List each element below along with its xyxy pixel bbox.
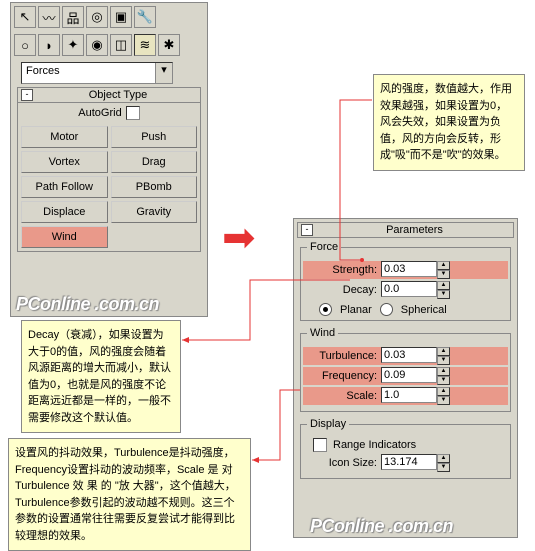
shape-radios: Planar Spherical bbox=[319, 303, 508, 316]
parameters-panel: - Parameters Force Strength: ▲▼ Decay: ▲… bbox=[293, 218, 518, 538]
drag-button[interactable]: Drag bbox=[111, 151, 198, 173]
helper-icon[interactable]: ◫ bbox=[110, 34, 132, 56]
down-icon[interactable]: ▼ bbox=[437, 270, 450, 279]
planar-label: Planar bbox=[340, 304, 372, 316]
motion-icon[interactable]: ◎ bbox=[86, 6, 108, 28]
decay-row: Decay: ▲▼ bbox=[303, 281, 508, 299]
pbomb-button[interactable]: PBomb bbox=[111, 176, 198, 198]
rollout-title: Object Type bbox=[39, 89, 197, 101]
strength-label: Strength: bbox=[303, 264, 381, 276]
decay-input[interactable] bbox=[381, 281, 437, 297]
up-icon[interactable]: ▲ bbox=[437, 281, 450, 290]
display-group: Display Range Indicators Icon Size: ▲▼ bbox=[300, 418, 511, 479]
scale-row: Scale: ▲▼ bbox=[303, 387, 508, 405]
up-icon[interactable]: ▲ bbox=[437, 387, 450, 396]
force-legend: Force bbox=[307, 241, 341, 253]
down-icon[interactable]: ▼ bbox=[437, 463, 450, 472]
scale-label: Scale: bbox=[303, 390, 381, 402]
pathfollow-button[interactable]: Path Follow bbox=[21, 176, 108, 198]
sys-icon[interactable]: ✱ bbox=[158, 34, 180, 56]
param-title: Parameters bbox=[319, 224, 510, 236]
scale-input[interactable] bbox=[381, 387, 437, 403]
param-header[interactable]: - Parameters bbox=[297, 222, 514, 238]
strength-input[interactable] bbox=[381, 261, 437, 277]
wind-button[interactable]: Wind bbox=[21, 226, 108, 248]
autogrid-row: AutoGrid bbox=[18, 103, 200, 123]
freq-row: Frequency: ▲▼ bbox=[303, 367, 508, 385]
iconsize-input[interactable] bbox=[381, 454, 437, 470]
display-legend: Display bbox=[307, 418, 349, 430]
iconsize-label: Icon Size: bbox=[303, 457, 381, 469]
push-button[interactable]: Push bbox=[111, 126, 198, 148]
category-dropdown[interactable]: Forces ▾ bbox=[21, 62, 173, 84]
util-icon[interactable]: 🔧 bbox=[134, 6, 156, 28]
down-icon[interactable]: ▼ bbox=[437, 290, 450, 299]
light-icon[interactable]: ✦ bbox=[62, 34, 84, 56]
autogrid-label: AutoGrid bbox=[78, 107, 121, 119]
wind-group: Wind Turbulence: ▲▼ Frequency: ▲▼ Scale:… bbox=[300, 327, 511, 412]
up-icon[interactable]: ▲ bbox=[437, 347, 450, 356]
strength-row: Strength: ▲▼ bbox=[303, 261, 508, 279]
wind-legend: Wind bbox=[307, 327, 338, 339]
curve-icon[interactable]: 〰 bbox=[38, 6, 60, 28]
decay-label: Decay: bbox=[303, 284, 381, 296]
arrow-icon[interactable]: ↖ bbox=[14, 6, 36, 28]
object-type-rollout: - Object Type AutoGrid Motor Push Vortex… bbox=[17, 87, 201, 252]
dropdown-value: Forces bbox=[22, 63, 155, 83]
toolbar-row1: ↖ 〰 品 ◎ ▣ 🔧 bbox=[11, 3, 207, 31]
turb-label: Turbulence: bbox=[303, 350, 381, 362]
watermark: PConline .com.cn bbox=[16, 294, 159, 315]
hierarchy-icon[interactable]: 品 bbox=[62, 6, 84, 28]
minus-icon[interactable]: - bbox=[21, 89, 33, 101]
range-label: Range Indicators bbox=[333, 439, 416, 451]
object-buttons: Motor Push Vortex Drag Path Follow PBomb… bbox=[18, 123, 200, 251]
force-group: Force Strength: ▲▼ Decay: ▲▼ Planar Sphe… bbox=[300, 241, 511, 321]
down-icon[interactable]: ▼ bbox=[437, 376, 450, 385]
planar-radio[interactable] bbox=[319, 303, 332, 316]
autogrid-checkbox[interactable] bbox=[126, 106, 140, 120]
vortex-button[interactable]: Vortex bbox=[21, 151, 108, 173]
freq-input[interactable] bbox=[381, 367, 437, 383]
minus-icon[interactable]: - bbox=[301, 224, 313, 236]
shape-icon[interactable]: ◗ bbox=[38, 34, 60, 56]
gravity-button[interactable]: Gravity bbox=[111, 201, 198, 223]
rollout-header[interactable]: - Object Type bbox=[18, 88, 200, 103]
range-row: Range Indicators bbox=[313, 438, 508, 452]
down-icon[interactable]: ▼ bbox=[437, 396, 450, 405]
chevron-down-icon[interactable]: ▾ bbox=[155, 63, 172, 83]
spacewarps-icon[interactable]: ≋ bbox=[134, 34, 156, 56]
cam-icon[interactable]: ◉ bbox=[86, 34, 108, 56]
range-checkbox[interactable] bbox=[313, 438, 327, 452]
up-icon[interactable]: ▲ bbox=[437, 367, 450, 376]
forces-panel: ↖ 〰 品 ◎ ▣ 🔧 ○ ◗ ✦ ◉ ◫ ≋ ✱ Forces ▾ - Obj… bbox=[10, 2, 208, 317]
iconsize-row: Icon Size: ▲▼ bbox=[303, 454, 508, 472]
watermark: PConline .com.cn bbox=[310, 516, 453, 537]
display-icon[interactable]: ▣ bbox=[110, 6, 132, 28]
toolbar-row2: ○ ◗ ✦ ◉ ◫ ≋ ✱ bbox=[11, 31, 207, 59]
wind-annotation: 设置风的抖动效果，Turbulence是抖动强度，Frequency设置抖动的波… bbox=[8, 438, 251, 551]
up-icon[interactable]: ▲ bbox=[437, 454, 450, 463]
right-arrow-icon: ➡ bbox=[222, 215, 256, 261]
decay-annotation: Decay（衰减），如果设置为大于0的值，风的强度会随着风源距离的增大而减小，默… bbox=[21, 320, 181, 433]
displace-button[interactable]: Displace bbox=[21, 201, 108, 223]
motor-button[interactable]: Motor bbox=[21, 126, 108, 148]
freq-label: Frequency: bbox=[303, 370, 381, 382]
down-icon[interactable]: ▼ bbox=[437, 356, 450, 365]
turb-input[interactable] bbox=[381, 347, 437, 363]
std-icon[interactable]: ○ bbox=[14, 34, 36, 56]
spherical-radio[interactable] bbox=[380, 303, 393, 316]
spherical-label: Spherical bbox=[401, 304, 447, 316]
turb-row: Turbulence: ▲▼ bbox=[303, 347, 508, 365]
up-icon[interactable]: ▲ bbox=[437, 261, 450, 270]
strength-annotation: 风的强度，数值越大，作用效果越强，如果设置为0，风会失效，如果设置为负值，风的方… bbox=[373, 74, 525, 171]
